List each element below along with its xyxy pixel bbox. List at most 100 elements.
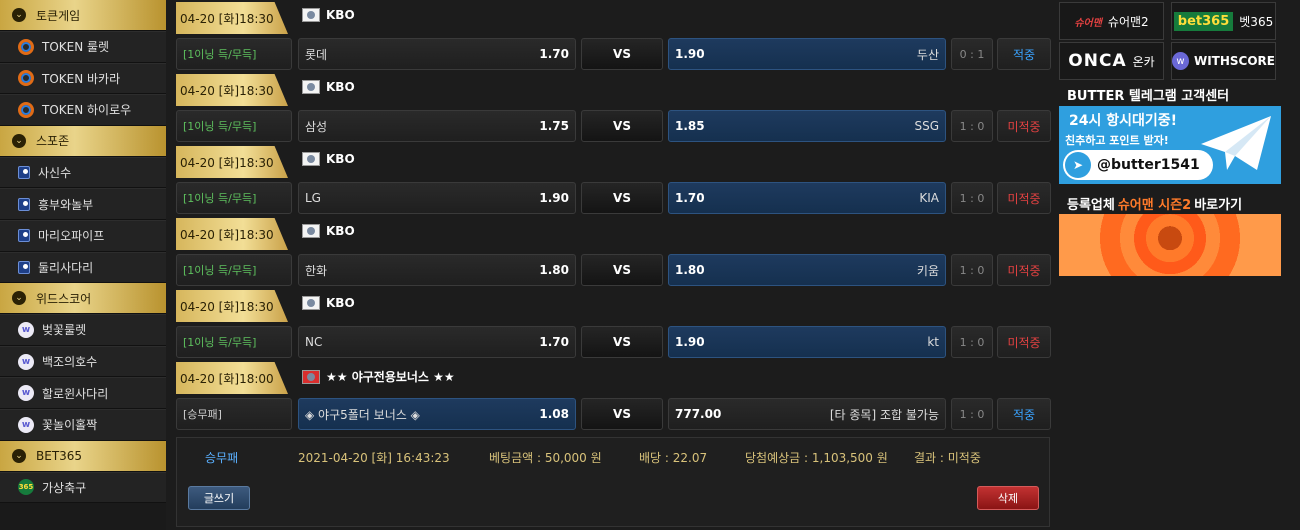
game-row: [1이닝 득/무득] 삼성 1.75 VS 1.85 SSG 1 : 0 미적중 [176,110,1052,144]
home-pick[interactable]: ◈ 야구5폴더 보너스 ◈ 1.08 [298,398,576,430]
sidebar-item-token-hilo[interactable]: TOKEN 하이로우 [0,94,166,126]
home-pick[interactable]: 한화 1.80 [298,254,576,286]
partner-label: 슈어맨2 [1107,14,1149,29]
write-button[interactable]: 글쓰기 [188,486,250,510]
sidebar-item-heungbu[interactable]: 흥부와놀부 [0,188,166,220]
telegram-banner[interactable]: BUTTER 텔레그램 고객센터 24시 항시대기중! 친추하고 포인트 받자!… [1059,82,1281,184]
sidebar-item-sasinsu[interactable]: 사신수 [0,156,166,189]
game-datetime: 04-20 [화]18:30 [176,2,288,34]
sidebar-item-label: 꽃놀이홀짝 [42,418,98,433]
sidebar: ⌄ 토큰게임 TOKEN 룰렛 TOKEN 바카라 TOKEN 하이로우 ⌄ 스포존… [0,0,166,530]
game-score: 1 : 0 [951,398,993,430]
telegram-banner-title: BUTTER 텔레그램 고객센터 [1059,82,1281,106]
home-odds: 1.70 [539,47,569,61]
game-row: [승무패] ◈ 야구5폴더 보너스 ◈ 1.08 VS 777.00 [타 종목] 조합 … [176,398,1052,432]
result-badge: 적중 [997,398,1051,430]
sidebar-item-label: 둘리사다리 [38,260,94,275]
partner-label: 벳365 [1239,14,1274,29]
home-team: 롯데 [305,47,328,62]
sidebar-item-virtual-soccer[interactable]: 365 가상축구 [0,471,166,504]
sidebar-item-label: TOKEN 룰렛 [42,40,110,55]
league-label: KBO [302,296,355,310]
summary-datetime: 2021-04-20 [화] 16:43:23 [298,451,450,465]
vs-label: VS [581,254,663,286]
summary-result: 결과 : 미적중 [914,451,981,465]
away-team: 두산 [916,47,939,62]
away-pick[interactable]: 1.70 KIA [668,182,946,214]
token-icon [18,101,34,118]
chevron-down-icon: ⌄ [12,448,26,463]
away-pick[interactable]: 1.90 두산 [668,38,946,70]
away-team: [타 종목] 조합 불가능 [829,407,939,422]
telegram-line2: 친추하고 포인트 받자! [1065,134,1169,147]
league-name: KBO [326,8,355,22]
league-flag-icon [302,296,320,310]
sidebar-item-mario-pipe[interactable]: 마리오파이프 [0,219,166,252]
partner-label: 온카 [1132,54,1155,69]
bet-type: [승무패] [176,398,292,430]
home-team: NC [305,335,323,349]
game-row: [1이닝 득/무득] 롯데 1.70 VS 1.90 두산 0 : 1 적중 [176,38,1052,72]
sidebar-section-token[interactable]: ⌄ 토큰게임 [0,0,166,31]
sidebar-section-spozone[interactable]: ⌄ 스포존 [0,125,166,157]
delete-button[interactable]: 삭제 [977,486,1039,510]
away-pick[interactable]: 1.85 SSG [668,110,946,142]
partner-label: WITHSCORE [1193,54,1275,68]
league-name: KBO [326,296,355,310]
chevron-down-icon: ⌄ [12,291,26,306]
cube-icon [18,260,30,274]
home-pick[interactable]: NC 1.70 [298,326,576,358]
away-pick[interactable]: 1.80 키움 [668,254,946,286]
sidebar-item-cherry-roulette[interactable]: w 벚꽃룰렛 [0,314,166,346]
withscore-icon: w [1172,52,1189,70]
game-score: 1 : 0 [951,182,993,214]
home-team: 삼성 [305,119,328,134]
bet-history-panel: 04-20 [화]18:30 KBO [1이닝 득/무득] 롯데 1.70 VS 1.90 두… [176,0,1052,530]
sidebar-item-label: 사신수 [38,166,72,181]
league-name: KBO [326,152,355,166]
sidebar-item-token-baccarat[interactable]: TOKEN 바카라 [0,62,166,95]
home-team: ◈ 야구5폴더 보너스 ◈ [305,407,420,422]
away-pick[interactable]: 1.90 kt [668,326,946,358]
sidebar-section-withscore[interactable]: ⌄ 위드스코어 [0,283,166,315]
paper-plane-icon [1201,116,1271,170]
league-label: KBO [302,224,355,238]
telegram-handle-pill: ➤ @butter1541 [1063,150,1213,180]
sidebar-item-swan-lake[interactable]: w 백조의호수 [0,345,166,378]
telegram-icon: ➤ [1065,152,1091,178]
game-score: 1 : 0 [951,110,993,142]
sidebar-item-label: TOKEN 바카라 [42,71,121,86]
home-odds: 1.90 [539,191,569,205]
away-pick[interactable]: 777.00 [타 종목] 조합 불가능 [668,398,946,430]
withscore-icon: w [18,416,34,433]
cube-icon [18,197,30,211]
league-name: ★★ 야구전용보너스 ★★ [326,370,455,384]
sidebar-item-token-roulette[interactable]: TOKEN 룰렛 [0,31,166,63]
partner-withscore[interactable]: w WITHSCORE [1171,42,1276,80]
register-banner[interactable]: 등록업체 슈어맨 시즌2 바로가기 [1059,192,1281,276]
home-pick[interactable]: 롯데 1.70 [298,38,576,70]
vs-label: VS [581,182,663,214]
sidebar-item-flower-oddeven[interactable]: w 꽃놀이홀짝 [0,408,166,441]
game-row: [1이닝 득/무득] 한화 1.80 VS 1.80 키움 1 : 0 미적중 [176,254,1052,288]
token-icon [18,38,34,55]
game-header: 04-20 [화]18:30 KBO [176,146,1052,180]
withscore-icon: w [18,321,34,338]
away-odds: 1.90 [675,335,705,349]
sidebar-item-dooly-ladder[interactable]: 둘리사다리 [0,251,166,284]
partner-onca[interactable]: ONCA 온카 [1059,42,1164,80]
vs-label: VS [581,326,663,358]
bet365-icon: 365 [18,479,34,496]
sidebar-section-bet365[interactable]: ⌄ BET365 [0,440,166,472]
partner-sureman2[interactable]: 슈어맨 슈어맨2 [1059,2,1164,40]
bet-summary: 승무패 2021-04-20 [화] 16:43:23 베팅금액 : 50,00… [176,437,1050,527]
sidebar-item-label: 흥부와놀부 [38,197,94,212]
game-datetime: 04-20 [화]18:30 [176,146,288,178]
partner-bet365[interactable]: bet365 벳365 [1171,2,1276,40]
cube-icon [18,229,30,243]
summary-odds: 배당 : 22.07 [639,451,708,465]
home-pick[interactable]: 삼성 1.75 [298,110,576,142]
home-pick[interactable]: LG 1.90 [298,182,576,214]
sidebar-item-halloween-ladder[interactable]: w 할로윈사다리 [0,377,166,409]
telegram-line1: 24시 항시대기중! [1069,113,1178,129]
